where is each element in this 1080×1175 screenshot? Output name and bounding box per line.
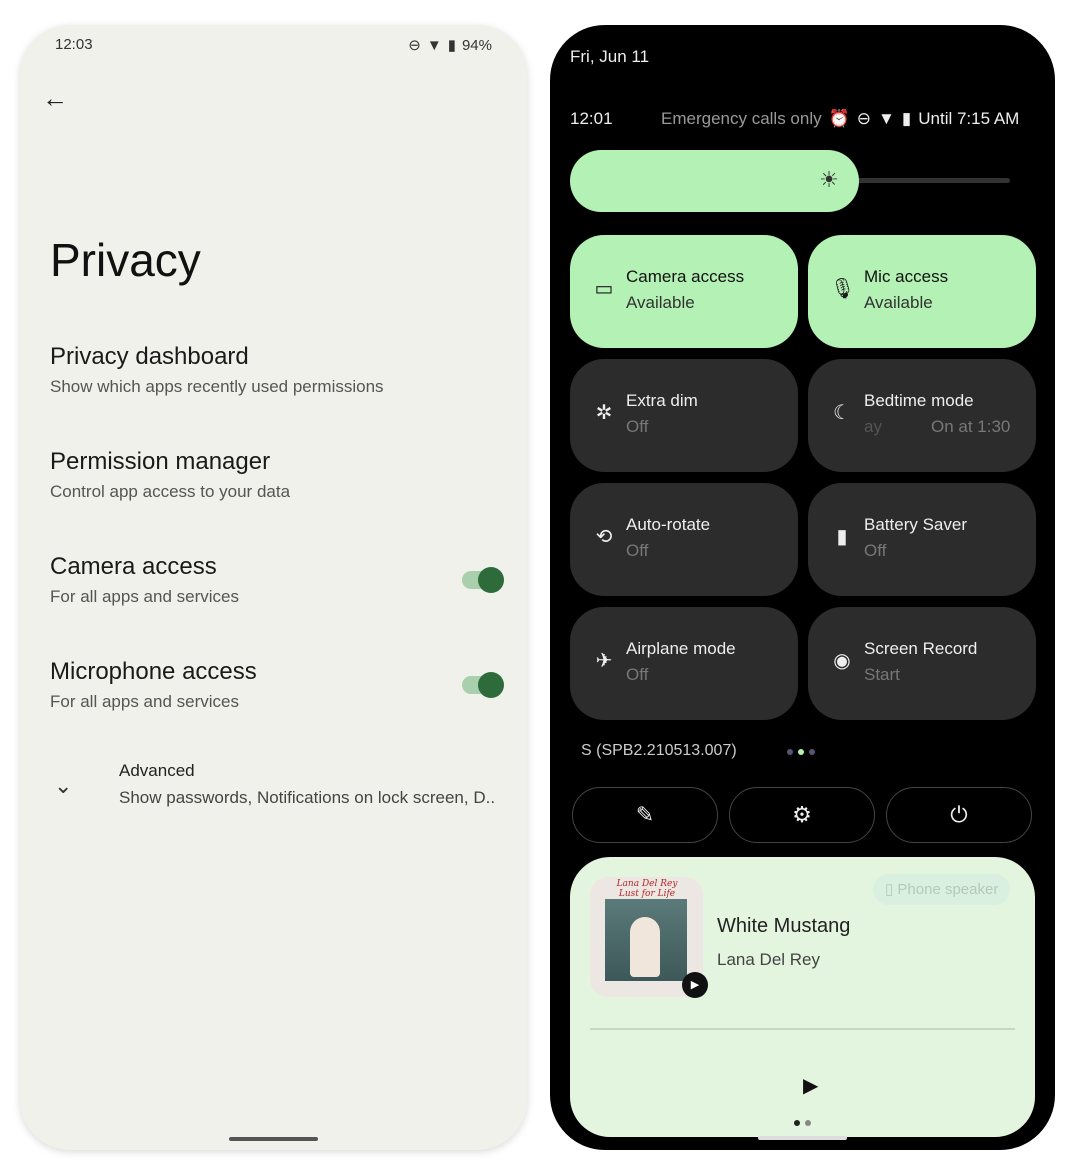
brightness-slider[interactable]: ☀ — [570, 150, 1010, 212]
mic-icon: 🎙 — [830, 278, 856, 300]
tile-label: Battery Saver — [864, 515, 967, 534]
item-subtitle: Show passwords, Notifications on lock sc… — [119, 788, 496, 807]
tile-label: Auto-rotate — [626, 515, 711, 534]
item-subtitle: For all apps and services — [50, 587, 239, 606]
power-icon: ⏻ — [950, 802, 968, 827]
tile-auto-rotate[interactable]: ⟲ Auto-rotate Off — [570, 483, 798, 596]
battery-text: Until 7:15 AM — [918, 109, 1020, 128]
play-button[interactable]: ▶ — [803, 1073, 818, 1098]
advanced-item[interactable]: Advanced Show passwords, Notifications o… — [119, 761, 519, 808]
tile-state: Off — [626, 665, 649, 684]
build-number: S (SPB2.210513.007) — [581, 742, 737, 759]
tile-label: Bedtime mode — [864, 391, 974, 410]
edit-button[interactable]: ✎ — [572, 787, 718, 843]
tile-state: Off — [626, 417, 649, 436]
camera-access-toggle[interactable] — [462, 567, 504, 593]
status-icons: ⊖ ▼ ▮ 94% — [408, 36, 492, 55]
extra-dim-icon: ✲ — [595, 402, 613, 424]
gear-icon: ⚙ — [792, 802, 812, 827]
airplane-icon: ✈ — [595, 650, 613, 672]
tile-label: Mic access — [864, 267, 949, 286]
item-title: Camera access — [50, 553, 217, 580]
media-page-indicator — [794, 1120, 811, 1126]
tile-state: Off — [864, 541, 887, 560]
battery-saver-icon: ▮ — [836, 526, 848, 548]
tile-bedtime-mode[interactable]: ☾ Bedtime mode ay On at 1:30 — [808, 359, 1036, 472]
tile-state: On at 1:30 — [931, 417, 1011, 436]
tile-extra-dim[interactable]: ✲ Extra dim Off — [570, 359, 798, 472]
item-title: Advanced — [119, 761, 195, 780]
page-title: Privacy — [50, 234, 201, 286]
song-title: White Mustang — [717, 915, 851, 937]
privacy-dashboard-item[interactable]: Privacy dashboard Show which apps recent… — [50, 343, 490, 397]
battery-icon: ▮ — [901, 109, 912, 128]
seek-bar[interactable] — [590, 1028, 1015, 1030]
battery-icon: ▮ — [447, 37, 456, 54]
tile-mic-access[interactable]: 🎙 Mic access Available — [808, 235, 1036, 348]
item-subtitle: For all apps and services — [50, 692, 239, 711]
tile-state: Available — [626, 293, 695, 312]
rotate-icon: ⟲ — [595, 526, 613, 548]
item-title: Privacy dashboard — [50, 343, 249, 370]
tile-state: Available — [864, 293, 933, 312]
bedtime-icon: ☾ — [833, 402, 851, 424]
item-title: Microphone access — [50, 658, 257, 685]
pencil-icon: ✎ — [635, 802, 655, 827]
status-time: 12:03 — [55, 36, 93, 53]
tile-label: Extra dim — [626, 391, 698, 410]
dnd-icon: ⊖ — [856, 109, 872, 128]
carrier-text: Emergency calls only — [661, 109, 822, 128]
date: Fri, Jun 11 — [570, 47, 650, 66]
output-label: Phone speaker — [897, 881, 999, 898]
tile-screen-record[interactable]: ◉ Screen Record Start — [808, 607, 1036, 720]
tile-state-scroll: ay — [864, 417, 882, 436]
dnd-icon: ⊖ — [408, 37, 421, 54]
play-badge-icon[interactable]: ▶ — [682, 972, 708, 998]
phone-icon: ▯ — [885, 881, 898, 898]
tile-label: Screen Record — [864, 639, 978, 658]
back-arrow-icon[interactable]: ← — [42, 83, 68, 114]
power-button[interactable]: ⏻ — [886, 787, 1032, 843]
artist: Lana Del Rey — [717, 950, 821, 969]
brightness-icon: ☀ — [819, 167, 839, 192]
alarm-icon: ⏰ — [828, 109, 850, 128]
chevron-down-icon[interactable]: ⌄ — [54, 773, 72, 799]
item-title: Permission manager — [50, 448, 271, 475]
tile-battery-saver[interactable]: ▮ Battery Saver Off — [808, 483, 1036, 596]
battery-percent: 94% — [461, 36, 492, 54]
tile-state: Start — [864, 665, 900, 684]
output-chip[interactable]: ▯ Phone speaker — [873, 874, 1011, 905]
tile-camera-access[interactable]: ▭ Camera access Available — [570, 235, 798, 348]
screen-record-icon: ◉ — [833, 650, 851, 672]
tile-label: Camera access — [626, 267, 745, 286]
settings-phone: 12:03 ⊖ ▼ ▮ 94% ← Privacy Privacy dashbo… — [20, 25, 527, 1150]
tile-state: Off — [626, 541, 649, 560]
home-indicator[interactable] — [229, 1137, 318, 1141]
permission-manager-item[interactable]: Permission manager Control app access to… — [50, 448, 490, 502]
page-indicator — [787, 749, 815, 755]
time: 12:01 — [570, 109, 613, 128]
home-indicator[interactable] — [758, 1136, 847, 1140]
media-player[interactable]: Lana Del Rey Lust for Life ▶ ▯ Phone spe… — [570, 857, 1035, 1137]
item-subtitle: Control app access to your data — [50, 482, 291, 501]
tile-label: Airplane mode — [626, 639, 736, 658]
settings-button[interactable]: ⚙ — [729, 787, 875, 843]
microphone-access-item[interactable]: Microphone access For all apps and servi… — [50, 658, 490, 712]
album-cover-text: Lana Del Rey Lust for Life — [616, 879, 678, 899]
tile-airplane-mode[interactable]: ✈ Airplane mode Off — [570, 607, 798, 720]
microphone-access-toggle[interactable] — [462, 672, 504, 698]
item-subtitle: Show which apps recently used permission… — [50, 377, 384, 396]
wifi-icon: ▼ — [878, 109, 895, 128]
wifi-icon: ▼ — [426, 36, 442, 54]
camera-icon: ▭ — [594, 278, 614, 300]
quick-settings-phone: Fri, Jun 11 12:01 Emergency calls only ⏰… — [550, 25, 1055, 1150]
camera-access-item[interactable]: Camera access For all apps and services — [50, 553, 490, 607]
